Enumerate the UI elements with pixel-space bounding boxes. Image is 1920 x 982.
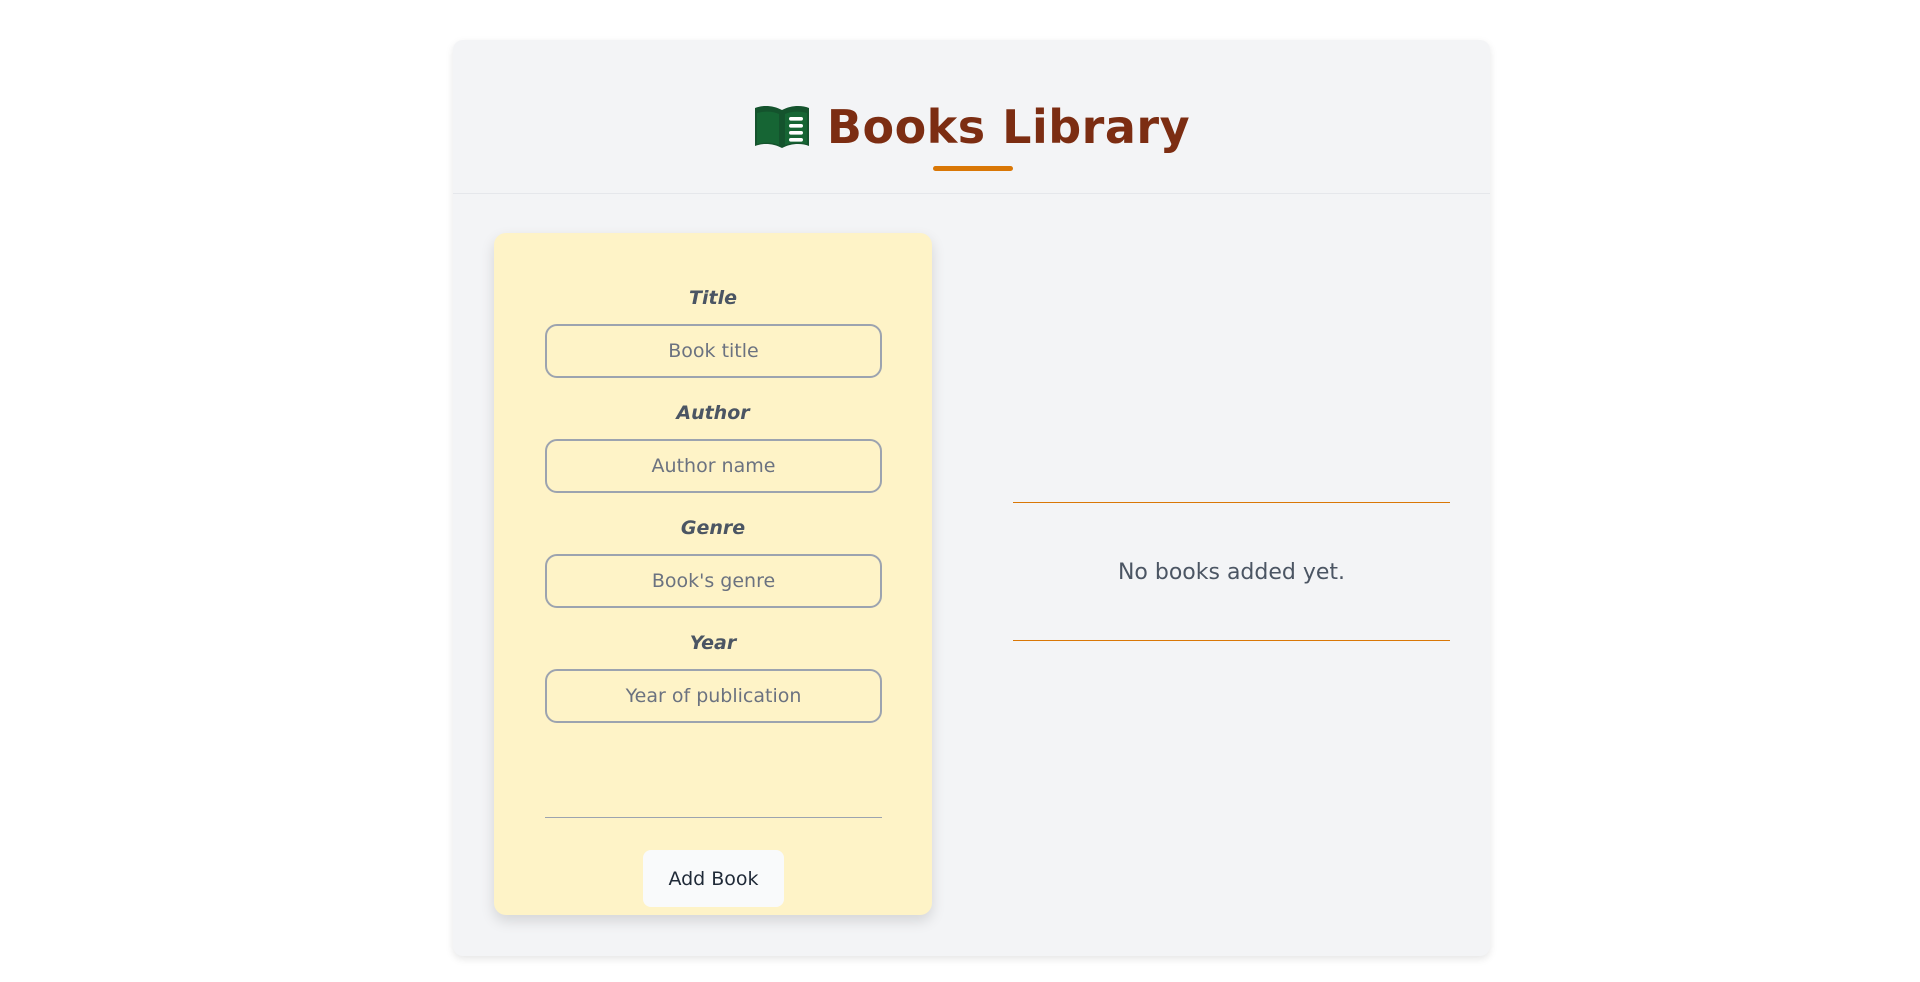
genre-input[interactable] [545, 554, 882, 608]
page-header: Books Library [453, 40, 1490, 194]
year-label: Year [689, 632, 737, 654]
title-underline [933, 166, 1013, 171]
list-bottom-divider [1013, 640, 1450, 641]
list-top-divider [1013, 502, 1450, 503]
author-label: Author [676, 402, 750, 424]
form-divider [545, 817, 882, 818]
add-book-form: Title Author Genre Year Add Book [494, 233, 932, 915]
title-label: Title [689, 287, 737, 309]
author-input[interactable] [545, 439, 882, 493]
title-row: Books Library [453, 95, 1490, 159]
page-title: Books Library [826, 100, 1191, 154]
genre-label: Genre [680, 517, 746, 539]
year-input[interactable] [545, 669, 882, 723]
open-book-icon [754, 105, 809, 148]
books-library-app: Books Library Title Author Genre Year Ad… [453, 40, 1490, 956]
empty-list-message: No books added yet. [1117, 560, 1346, 585]
add-book-button[interactable]: Add Book [643, 850, 784, 907]
title-input[interactable] [545, 324, 882, 378]
